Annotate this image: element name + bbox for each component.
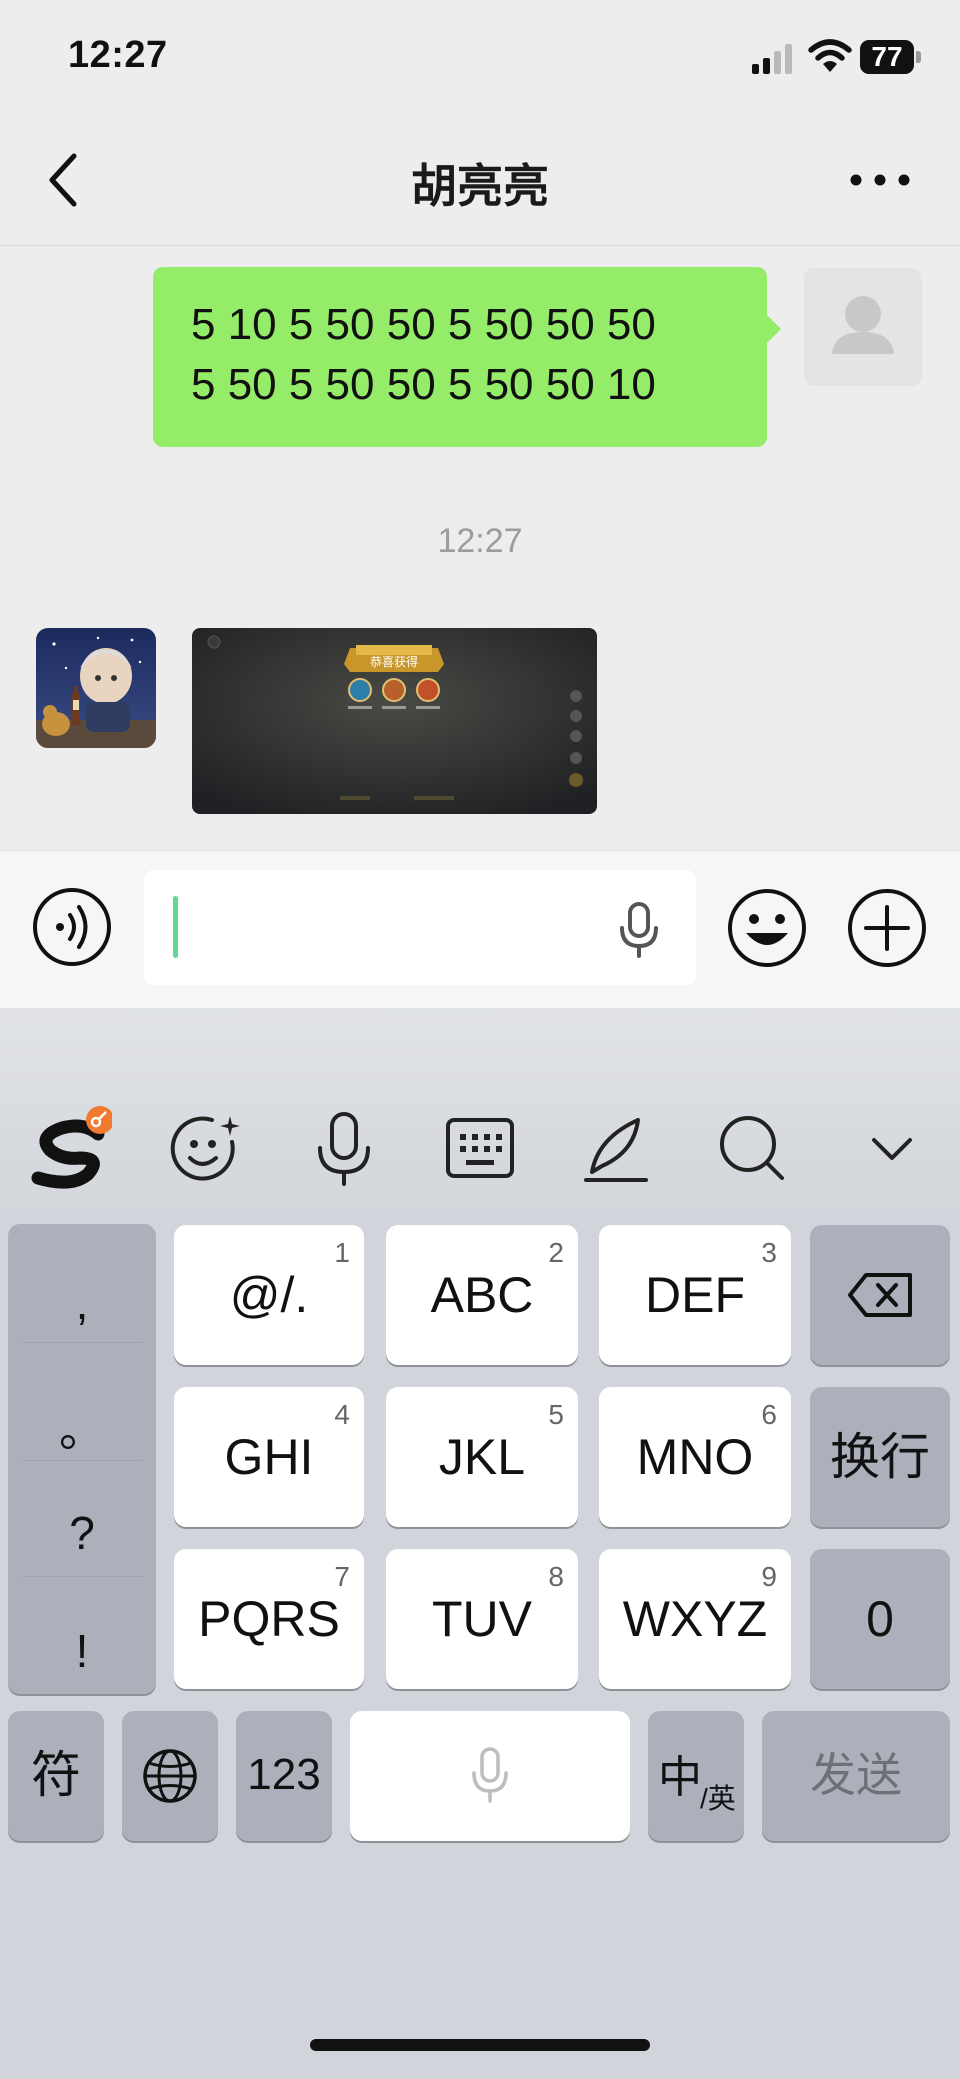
key-7[interactable]: 7 PQRS (174, 1549, 364, 1689)
dictation-microphone-icon[interactable] (618, 902, 660, 958)
more-options-icon[interactable] (848, 158, 912, 202)
punctuation-column: , 。 ? ! (8, 1224, 156, 1694)
home-indicator (310, 2039, 650, 2051)
handwriting-pen-icon[interactable] (576, 1108, 656, 1188)
key-sublabel: /英 (700, 1783, 736, 1814)
key-label: JKL (438, 1429, 526, 1485)
chat-messages: 5 10 5 50 50 5 50 50 50 5 50 5 50 50 5 5… (0, 246, 960, 850)
contact-avatar[interactable] (36, 628, 156, 748)
key-label: PQRS (198, 1591, 340, 1647)
key-9[interactable]: 9 WXYZ (599, 1549, 791, 1689)
battery-percent: 77 (871, 41, 903, 72)
punct-exclamation-key[interactable]: ! (8, 1624, 156, 1678)
game-screenshot-image: 恭喜获得 (192, 628, 597, 814)
space-microphone-icon (472, 1747, 508, 1803)
contact-avatar-image (36, 628, 156, 748)
key-label: 123 (247, 1750, 321, 1799)
key-8[interactable]: 8 TUV (386, 1549, 578, 1689)
key-label: TUV (432, 1591, 532, 1647)
key-label: 发送 (810, 1749, 902, 1801)
delete-key[interactable] (810, 1225, 950, 1365)
wifi-icon (808, 39, 852, 72)
my-avatar[interactable] (804, 268, 922, 386)
voice-typing-microphone-icon[interactable] (304, 1108, 384, 1188)
battery-indicator: 77 (860, 40, 921, 74)
key-0[interactable]: 0 (810, 1549, 950, 1689)
key-number: 7 (334, 1561, 350, 1592)
key-label: 符 (31, 1747, 81, 1803)
key-number: 3 (761, 1237, 777, 1268)
punct-period-key[interactable]: 。 (8, 1394, 156, 1460)
chat-title: 胡亮亮 (411, 160, 549, 212)
search-icon[interactable] (712, 1108, 792, 1188)
key-label: 换行 (830, 1429, 930, 1485)
image-message[interactable]: 恭喜获得 (192, 628, 597, 814)
chat-header: 胡亮亮 (0, 120, 960, 246)
collapse-keyboard-chevron-icon[interactable] (852, 1108, 932, 1188)
key-label: 中 (658, 1753, 702, 1802)
message-timestamp: 12:27 (437, 522, 523, 560)
backspace-icon (848, 1273, 912, 1317)
sticker-emoji-icon[interactable] (164, 1108, 244, 1188)
text-caret (173, 896, 178, 958)
key-label: 0 (866, 1591, 894, 1647)
key-number: 2 (548, 1237, 564, 1268)
key-6[interactable]: 6 MNO (599, 1387, 791, 1527)
keyboard-layout-icon[interactable] (440, 1108, 520, 1188)
default-user-icon (832, 296, 894, 354)
key-number: 9 (761, 1561, 777, 1592)
key-label: DEF (645, 1267, 745, 1323)
key-number: 6 (761, 1399, 777, 1430)
emoji-icon[interactable] (726, 887, 808, 969)
space-key[interactable] (350, 1711, 630, 1841)
key-label: MNO (636, 1429, 754, 1485)
punct-question-key[interactable]: ? (8, 1506, 156, 1560)
symbols-key[interactable]: 符 (8, 1711, 104, 1841)
newline-key[interactable]: 换行 (810, 1387, 950, 1527)
key-2[interactable]: 2 ABC (386, 1225, 578, 1365)
add-attachment-icon[interactable] (846, 887, 928, 969)
globe-key[interactable] (122, 1711, 218, 1841)
key-label: @/. (229, 1267, 309, 1323)
key-5[interactable]: 5 JKL (386, 1387, 578, 1527)
game-banner-text: 恭喜获得 (370, 654, 418, 669)
message-input-bar (0, 850, 960, 1009)
punct-comma-key[interactable]: , (8, 1276, 156, 1330)
keyboard-toolbar (0, 1008, 960, 1208)
language-switch-key[interactable]: 中 /英 (648, 1711, 744, 1841)
voice-input-icon[interactable] (32, 887, 112, 967)
globe-icon (143, 1749, 197, 1803)
outgoing-message-line: 5 10 5 50 50 5 50 50 50 (191, 300, 656, 349)
key-label: ABC (430, 1267, 534, 1323)
back-arrow-icon[interactable] (44, 150, 84, 210)
key-3[interactable]: 3 DEF (599, 1225, 791, 1365)
key-number: 8 (548, 1561, 564, 1592)
numbers-key[interactable]: 123 (236, 1711, 332, 1841)
key-number: 5 (548, 1399, 564, 1430)
key-number: 4 (334, 1399, 350, 1430)
message-input[interactable] (144, 870, 696, 985)
key-label: GHI (224, 1429, 314, 1485)
status-bar: 12:27 77 (0, 0, 960, 120)
key-number: 1 (334, 1237, 350, 1268)
key-label: WXYZ (622, 1591, 768, 1647)
cellular-signal-icon (752, 44, 792, 74)
outgoing-message-line: 5 50 5 50 50 5 50 50 10 (191, 360, 656, 409)
send-key[interactable]: 发送 (762, 1711, 950, 1841)
key-4[interactable]: 4 GHI (174, 1387, 364, 1527)
key-1[interactable]: 1 @/. (174, 1225, 364, 1365)
outgoing-message-bubble[interactable]: 5 10 5 50 50 5 50 50 50 5 50 5 50 50 5 5… (153, 267, 781, 447)
status-time: 12:27 (68, 34, 168, 76)
sogou-logo-icon[interactable] (28, 1102, 112, 1194)
